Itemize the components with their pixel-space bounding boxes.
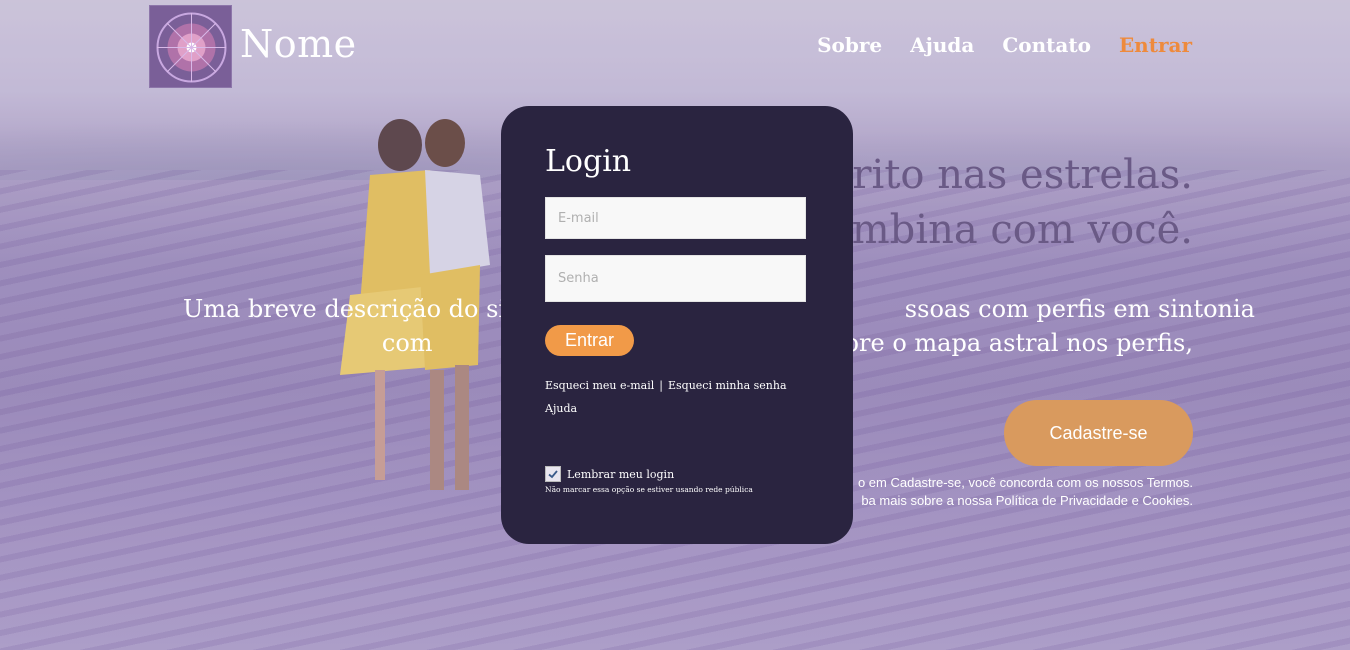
remember-hint: Não marcar essa opção se estiver usando … [545, 485, 753, 494]
help-link[interactable]: Ajuda [545, 402, 577, 415]
nav-ajuda[interactable]: Ajuda [910, 33, 974, 57]
remember-checkbox[interactable] [545, 466, 561, 482]
link-separator: | [659, 379, 663, 392]
login-title: Login [545, 144, 632, 179]
remember-login: Lembrar meu login [545, 466, 674, 482]
nav-contato[interactable]: Contato [1002, 33, 1091, 57]
nav-sobre[interactable]: Sobre [817, 33, 882, 57]
nav-entrar[interactable]: Entrar [1119, 33, 1192, 57]
check-icon [548, 470, 558, 479]
email-field[interactable] [545, 197, 806, 239]
login-links: Esqueci meu e-mail | Esqueci minha senha A… [545, 374, 835, 420]
remember-label: Lembrar meu login [567, 467, 675, 481]
password-field[interactable] [545, 255, 806, 302]
forgot-email-link[interactable]: Esqueci meu e-mail [545, 379, 654, 392]
forgot-password-link[interactable]: Esqueci minha senha [668, 379, 787, 392]
brand-name[interactable]: Nome [240, 22, 357, 66]
login-submit-button[interactable]: Entrar [545, 325, 634, 356]
signup-button[interactable]: Cadastre-se [1004, 400, 1193, 466]
main-nav: Sobre Ajuda Contato Entrar [817, 33, 1192, 57]
zodiac-wheel-icon [156, 12, 227, 83]
login-modal: Login Entrar Esqueci meu e-mail|Esqueci … [501, 106, 853, 544]
zodiac-logo[interactable] [149, 5, 232, 88]
